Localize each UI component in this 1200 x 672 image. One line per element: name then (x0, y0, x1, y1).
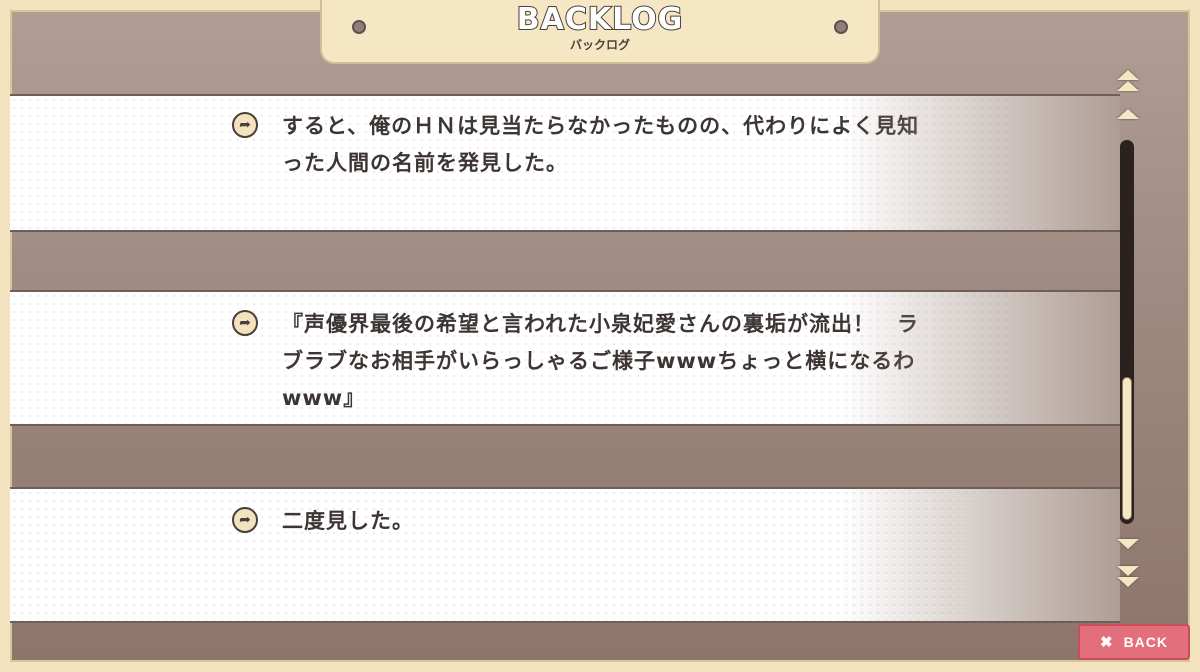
scroll-to-bottom-button[interactable] (1114, 564, 1142, 588)
log-entry-text: 二度見した。 (282, 509, 414, 533)
scroll-to-top-button[interactable] (1114, 68, 1142, 92)
scroll-down-button[interactable] (1114, 532, 1142, 556)
scrollbar-thumb[interactable] (1122, 377, 1132, 520)
back-button-label: BACK (1123, 634, 1169, 650)
page-subtitle: バックログ (569, 38, 630, 52)
page-title: BACKLOG (516, 1, 684, 38)
replay-voice-icon[interactable]: ➦ (232, 112, 258, 138)
chevron-down-icon (1117, 539, 1139, 549)
log-entry-text: すると、俺のＨＮは見当たらなかったものの、代わりによく見知った人間の名前を発見し… (282, 114, 920, 175)
replay-voice-icon[interactable]: ➦ (232, 310, 258, 336)
double-chevron-up-icon (1117, 69, 1139, 80)
replay-voice-icon[interactable]: ➦ (232, 507, 258, 533)
scroll-up-button[interactable] (1114, 102, 1142, 126)
header-tab: BACKLOG バックログ (320, 0, 880, 64)
log-entry: ➦ すると、俺のＨＮは見当たらなかったものの、代わりによく見知った人間の名前を発… (10, 94, 1120, 232)
back-button[interactable]: ✖ BACK (1078, 624, 1190, 660)
log-entry-text: 『声優界最後の希望と言われた小泉妃愛さんの裏垢が流出！ ラブラブなお相手がいらっ… (282, 312, 919, 410)
log-entry: ➦ 二度見した。 (10, 487, 1120, 623)
scrollbar-track[interactable] (1120, 140, 1134, 524)
log-entry: ➦ 『声優界最後の希望と言われた小泉妃愛さんの裏垢が流出！ ラブラブなお相手がい… (10, 290, 1120, 426)
chevron-up-icon (1117, 109, 1139, 119)
close-icon: ✖ (1099, 634, 1114, 651)
double-chevron-down-icon (1117, 565, 1139, 576)
